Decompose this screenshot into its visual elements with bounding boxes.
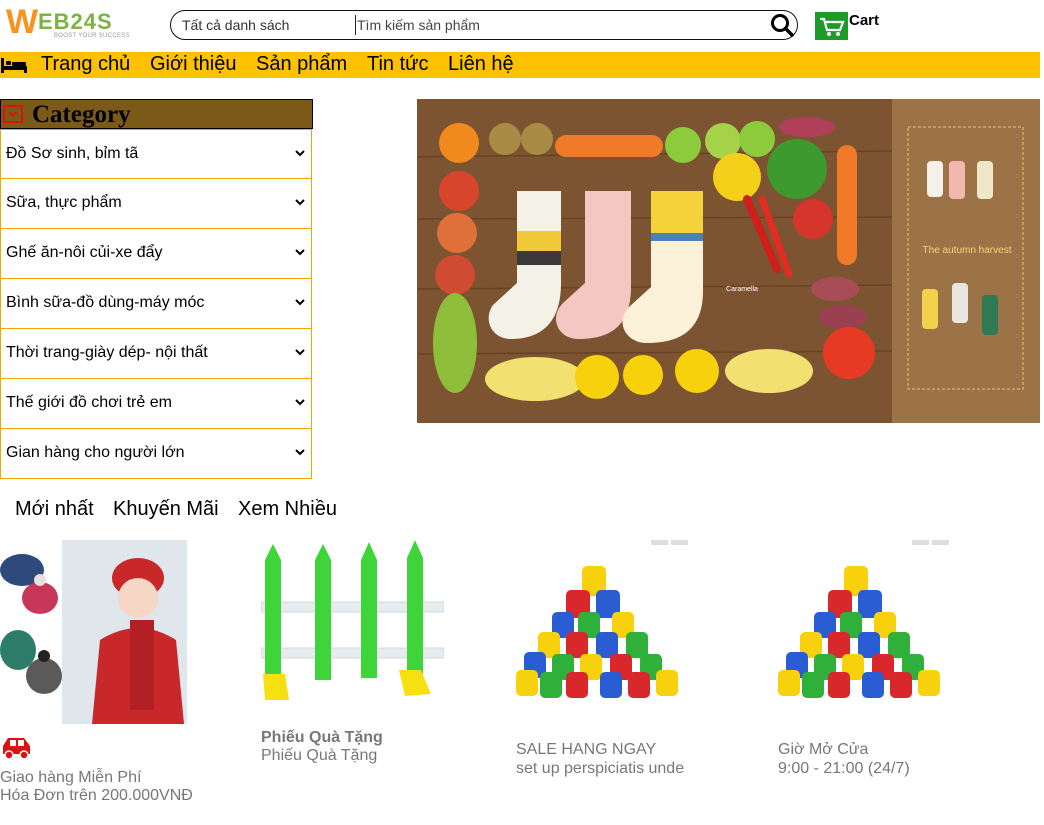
nav-item-contact[interactable]: Liên hệ (448, 52, 514, 76)
main-navigation: Trang chủ Giới thiệu Sản phẩm Tin tức Li… (0, 52, 1040, 78)
image-placeholder-bars (912, 540, 952, 545)
banner-brand: Caramella (726, 286, 758, 293)
banner-image: The autumn harvest Caramella (417, 99, 1040, 423)
block-pyramid-image (778, 566, 940, 698)
feature-title-sale: SALE HANG NGAY (516, 741, 657, 758)
shopping-cart-icon (815, 12, 848, 40)
block-pyramid-image (516, 566, 678, 698)
category-item-label: Thời trang-giày dép- nội thất (6, 344, 208, 361)
search-category-select[interactable]: Tất cả danh sách (182, 17, 289, 33)
nav-item-news[interactable]: Tin tức (367, 52, 429, 76)
category-item-label: Đồ Sơ sinh, bỉm tã (6, 145, 139, 162)
category-list: Đồ Sơ sinh, bỉm tã Sữa, thực phẩm Ghế ăn… (0, 129, 312, 479)
feature-subtitle-shipping: Hóa Đơn trên 200.000VNĐ (0, 787, 193, 804)
car-icon (3, 738, 30, 760)
feature-subtitle-hours: 9:00 - 21:00 (24/7) (778, 760, 910, 777)
feature-image-free-shipping[interactable] (0, 540, 187, 724)
chevron-down-icon (295, 199, 305, 206)
category-item-label: Bình sữa-đồ dùng-máy móc (6, 294, 205, 311)
category-item[interactable]: Gian hàng cho người lớn (0, 429, 312, 479)
category-item[interactable]: Thế giới đồ chơi trẻ em (0, 379, 312, 429)
image-placeholder-bars (651, 540, 691, 545)
feature-image-daily-sale[interactable] (516, 560, 686, 700)
category-item[interactable]: Đồ Sơ sinh, bỉm tã (0, 129, 312, 179)
feature-subtitle-gift: Phiếu Quà Tặng (261, 747, 378, 764)
nav-item-about[interactable]: Giới thiệu (150, 52, 236, 76)
chevron-down-icon[interactable] (3, 105, 23, 123)
banner-caption: The autumn harvest (923, 245, 1012, 256)
search-icon[interactable] (769, 12, 795, 38)
category-item[interactable]: Thời trang-giày dép- nội thất (0, 329, 312, 379)
winter-kid-image (0, 540, 187, 724)
chevron-down-icon (295, 249, 305, 256)
category-item-label: Ghế ăn-nôi củi-xe đẩy (6, 244, 163, 261)
feature-image-gift-voucher[interactable] (261, 540, 444, 720)
logo-wordmark: EB24S (38, 9, 113, 34)
category-header[interactable]: Category (0, 99, 313, 129)
category-item-label: Sữa, thực phẩm (6, 194, 122, 211)
tab-promotions[interactable]: Khuyến Mãi (113, 498, 219, 521)
category-item[interactable]: Sữa, thực phẩm (0, 179, 312, 229)
category-title: Category (32, 101, 131, 128)
logo-tagline: BOOST YOUR SUCCESS (54, 33, 130, 39)
chevron-down-icon (295, 399, 305, 406)
chevron-down-icon (295, 299, 305, 306)
search-bar: Tất cả danh sách (170, 10, 798, 40)
category-item-label: Gian hàng cho người lớn (6, 444, 185, 461)
hero-banner[interactable]: The autumn harvest Caramella (417, 99, 1040, 423)
cart-label: Cart (849, 12, 880, 29)
bed-icon (1, 58, 27, 73)
feature-subtitle-sale: set up perspiciatis unde (516, 760, 685, 777)
logo-letter-w: W (6, 3, 39, 41)
category-item[interactable]: Bình sữa-đồ dùng-máy móc (0, 279, 312, 329)
fence-toy-image (261, 540, 444, 720)
site-logo[interactable]: W EB24S BOOST YOUR SUCCESS (6, 5, 136, 41)
category-item[interactable]: Ghế ăn-nôi củi-xe đẩy (0, 229, 312, 279)
nav-item-products[interactable]: Sản phẩm (256, 52, 347, 76)
nav-item-home[interactable]: Trang chủ (41, 52, 130, 76)
chevron-down-icon (295, 150, 305, 157)
feature-title-shipping: Giao hàng Miễn Phí (0, 769, 142, 786)
tab-most-viewed[interactable]: Xem Nhiều (238, 498, 337, 521)
search-input[interactable] (357, 14, 757, 36)
tab-newest[interactable]: Mới nhất (15, 498, 94, 521)
chevron-down-icon (295, 449, 305, 456)
chevron-down-icon (295, 349, 305, 356)
feature-title-gift: Phiếu Quà Tặng (261, 729, 383, 746)
search-divider (355, 15, 356, 35)
feature-title-hours: Giờ Mở Cửa (778, 741, 869, 758)
feature-image-opening-hours[interactable] (778, 560, 948, 700)
category-item-label: Thế giới đồ chơi trẻ em (6, 394, 172, 411)
